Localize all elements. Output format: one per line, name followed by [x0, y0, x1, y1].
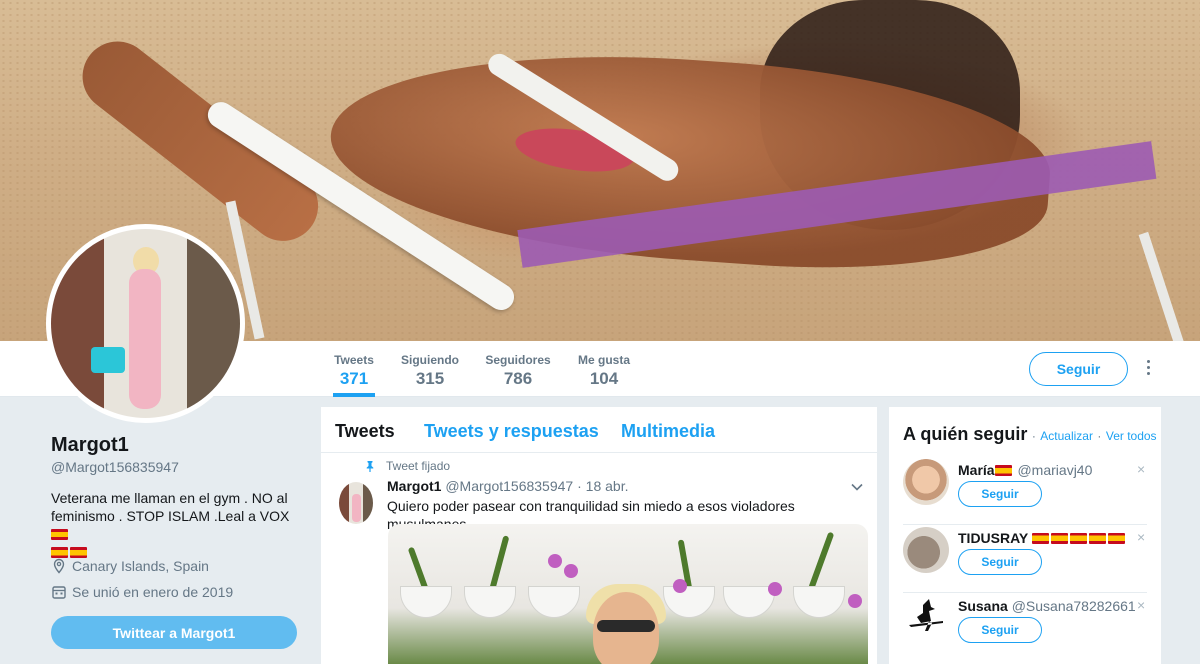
timeline-tabs: Tweets Tweets y respuestas Multimedia: [321, 407, 877, 453]
spain-flag-icon: [994, 465, 1012, 476]
view-all-link[interactable]: Ver todos: [1106, 429, 1157, 443]
spain-flag-icon: [1070, 533, 1088, 544]
suggestion-follow-button[interactable]: Seguir: [958, 549, 1042, 575]
location-text: Canary Islands, Spain: [72, 558, 209, 574]
profile-location: Canary Islands, Spain: [51, 558, 209, 574]
who-to-follow-title: A quién seguir: [903, 424, 1028, 444]
spain-flag-icon: [1051, 533, 1069, 544]
stat-label: Tweets: [334, 353, 374, 367]
pinned-label: Tweet fijado: [386, 459, 451, 473]
stat-followers[interactable]: Seguidores 786: [485, 341, 551, 397]
tab-media[interactable]: Multimedia: [621, 421, 715, 442]
stat-likes[interactable]: Me gusta 104: [577, 341, 631, 397]
who-to-follow: A quién seguir · Actualizar · Ver todos …: [889, 407, 1161, 664]
chevron-down-icon[interactable]: [851, 483, 863, 491]
suggestion-name[interactable]: TIDUSRAY: [958, 530, 1028, 546]
tab-tweets-replies[interactable]: Tweets y respuestas: [424, 421, 599, 442]
suggestion-item: TIDUSRAY Seguir ×: [903, 527, 1147, 593]
close-icon[interactable]: ×: [1137, 529, 1145, 545]
avatar[interactable]: [46, 224, 245, 423]
calendar-icon: [52, 586, 66, 599]
spain-flag-icon: [70, 547, 87, 558]
bio-text: Veterana me llaman en el gym . NO al fem…: [51, 490, 290, 524]
location-pin-icon: [53, 558, 65, 574]
close-icon[interactable]: ×: [1137, 597, 1145, 613]
tweet-dot: ·: [577, 478, 582, 494]
witch-icon[interactable]: [903, 595, 949, 641]
refresh-link[interactable]: Actualizar: [1040, 429, 1093, 443]
profile-joined: Se unió en enero de 2019: [51, 584, 233, 600]
spain-flag-icon: [1089, 533, 1107, 544]
suggestion-avatar[interactable]: [903, 459, 949, 505]
more-options-icon[interactable]: [1142, 360, 1154, 378]
stat-label: Me gusta: [577, 353, 630, 367]
pin-icon: [366, 461, 374, 472]
tweet-header: Margot1 @Margot156835947 · 18 abr.: [387, 478, 628, 494]
stat-value: 786: [503, 369, 533, 388]
tweet-media-image[interactable]: [388, 524, 868, 664]
pinned-indicator: Tweet fijado: [364, 459, 450, 473]
spain-flag-icon: [51, 547, 68, 558]
tweet-date[interactable]: 18 abr.: [586, 478, 629, 494]
spain-flag-icon: [51, 529, 68, 540]
tab-tweets[interactable]: Tweets: [335, 421, 395, 442]
suggestion-name[interactable]: Susana: [958, 598, 1008, 614]
stat-label: Seguidores: [485, 353, 551, 367]
stat-label: Siguiendo: [401, 353, 459, 367]
profile-handle: @Margot156835947: [51, 459, 179, 475]
stat-tweets[interactable]: Tweets 371: [333, 341, 375, 397]
suggestion-name[interactable]: María: [958, 462, 995, 478]
profile-bio: Veterana me llaman en el gym . NO al fem…: [51, 489, 306, 561]
suggestion-follow-button[interactable]: Seguir: [958, 617, 1042, 643]
tweet-author-name[interactable]: Margot1: [387, 478, 441, 494]
separator-dot: ·: [1097, 429, 1102, 443]
suggestion-item: Susana @Susana78282661 Seguir ×: [903, 595, 1147, 661]
suggestion-item: María @mariavj40 Seguir ×: [903, 459, 1147, 525]
suggestion-follow-button[interactable]: Seguir: [958, 481, 1042, 507]
close-icon[interactable]: ×: [1137, 461, 1145, 477]
tweet-to-button[interactable]: Twittear a Margot1: [51, 616, 297, 649]
stat-value: 104: [589, 369, 619, 388]
tweet-author-handle[interactable]: @Margot156835947: [445, 478, 573, 494]
stat-following[interactable]: Siguiendo 315: [401, 341, 459, 397]
suggestion-avatar[interactable]: [903, 527, 949, 573]
joined-text: Se unió en enero de 2019: [72, 584, 234, 600]
stat-value: 315: [415, 369, 445, 388]
profile-name[interactable]: Margot1: [51, 434, 129, 457]
spain-flag-icon: [1032, 533, 1050, 544]
suggestion-handle: @Susana78282661: [1011, 598, 1136, 614]
spain-flag-icon: [1108, 533, 1126, 544]
suggestion-handle: @mariavj40: [1017, 462, 1093, 478]
stat-value: 371: [339, 369, 369, 388]
who-to-follow-header: A quién seguir · Actualizar · Ver todos: [903, 424, 1157, 445]
timeline: Tweets Tweets y respuestas Multimedia Tw…: [321, 407, 877, 664]
follow-button[interactable]: Seguir: [1029, 352, 1128, 386]
separator-dot: ·: [1031, 429, 1036, 443]
tweet-avatar[interactable]: [339, 482, 373, 524]
